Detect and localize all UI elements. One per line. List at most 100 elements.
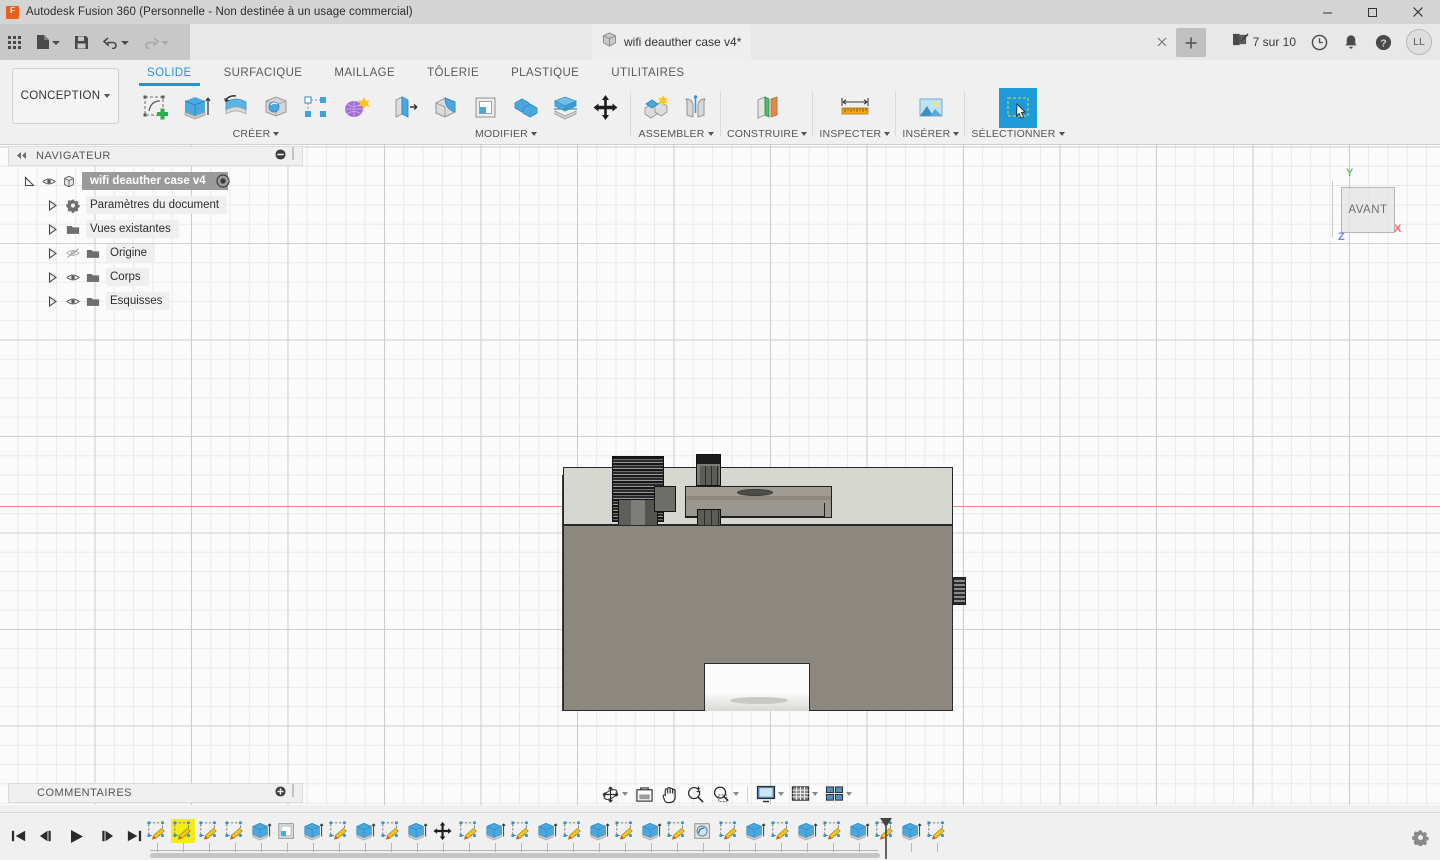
- timeline-feature-node[interactable]: [404, 819, 430, 857]
- timeline-feature-extrude-icon[interactable]: [587, 819, 611, 843]
- timeline-feature-sketch-icon[interactable]: [379, 819, 403, 843]
- orbit-dropdown-icon[interactable]: [622, 792, 628, 796]
- tab-utilitaires[interactable]: UTILITAIRES: [595, 60, 700, 86]
- timeline-feature-sketch-icon[interactable]: [145, 819, 169, 843]
- trial-status[interactable]: 7 sur 10: [1226, 24, 1302, 60]
- clock-icon[interactable]: [1304, 24, 1334, 60]
- timeline-feature-node[interactable]: [664, 819, 690, 857]
- undo-dropdown-icon[interactable]: [121, 33, 129, 51]
- timeline-feature-sketch-icon[interactable]: [613, 819, 637, 843]
- ribbon-group-label-selectionner[interactable]: SÉLECTIONNER: [971, 128, 1064, 140]
- timeline-first-icon[interactable]: [6, 823, 30, 849]
- help-icon[interactable]: ?: [1368, 24, 1398, 60]
- timeline-feature-node[interactable]: [170, 819, 196, 857]
- timeline-feature-node[interactable]: [326, 819, 352, 857]
- workspace-selector[interactable]: CONCEPTION: [12, 68, 119, 124]
- visibility-hidden-eye-icon[interactable]: [66, 247, 80, 259]
- insert-image-icon[interactable]: [912, 88, 950, 128]
- timeline-feature-node[interactable]: [378, 819, 404, 857]
- timeline-feature-sketch-icon[interactable]: [509, 819, 533, 843]
- timeline-feature-node[interactable]: [274, 819, 300, 857]
- tab-surfacique[interactable]: SURFACIQUE: [208, 60, 319, 86]
- timeline-feature-node[interactable]: [482, 819, 508, 857]
- new-file-dropdown-icon[interactable]: [52, 33, 60, 51]
- timeline-feature-extrude-icon[interactable]: [795, 819, 819, 843]
- document-tab[interactable]: wifi deauther case v4*: [592, 24, 751, 60]
- close-button[interactable]: [1395, 0, 1440, 24]
- timeline-feature-node[interactable]: [612, 819, 638, 857]
- timeline-feature-node[interactable]: [716, 819, 742, 857]
- timeline-feature-node[interactable]: [794, 819, 820, 857]
- timeline-feature-node[interactable]: [586, 819, 612, 857]
- bell-icon[interactable]: [1336, 24, 1366, 60]
- model-wifi-deauther-case[interactable]: [563, 323, 963, 718]
- ribbon-group-label-construire[interactable]: CONSTRUIRE: [727, 128, 807, 140]
- expand-arrow-icon[interactable]: [46, 224, 60, 235]
- timeline-feature-sketch-icon[interactable]: [457, 819, 481, 843]
- timeline-feature-node[interactable]: [196, 819, 222, 857]
- timeline-feature-sketch-icon[interactable]: [769, 819, 793, 843]
- ribbon-group-label-inspecter[interactable]: INSPECTER: [819, 128, 890, 140]
- revolve-icon[interactable]: [217, 88, 255, 128]
- split-face-icon[interactable]: [547, 88, 585, 128]
- zoom-icon[interactable]: [683, 782, 708, 806]
- tab-plastique[interactable]: PLASTIQUE: [495, 60, 595, 86]
- tree-row-sketches[interactable]: Esquisses: [8, 289, 303, 313]
- measure-icon[interactable]: [836, 88, 874, 128]
- tree-row-bodies[interactable]: Corps: [8, 265, 303, 289]
- timeline-prev-icon[interactable]: [35, 823, 59, 849]
- timeline-feature-extrude-icon[interactable]: [301, 819, 325, 843]
- plus-circle-icon[interactable]: [275, 784, 286, 802]
- browser-resize-handle[interactable]: [291, 147, 296, 165]
- minus-circle-icon[interactable]: [275, 147, 286, 165]
- timeline-feature-extrude-icon[interactable]: [743, 819, 767, 843]
- ribbon-group-label-assembler[interactable]: ASSEMBLER: [639, 128, 714, 140]
- timeline-horizontal-scrollbar[interactable]: [150, 853, 880, 858]
- tree-row-named-views[interactable]: Vues existantes: [8, 217, 303, 241]
- comments-panel[interactable]: COMMENTAIRES: [8, 783, 303, 803]
- press-pull-icon[interactable]: [387, 88, 425, 128]
- timeline-feature-node[interactable]: [924, 819, 950, 857]
- timeline-feature-move-icon[interactable]: [431, 819, 455, 843]
- new-file-icon[interactable]: [29, 24, 67, 60]
- maximize-button[interactable]: [1350, 0, 1395, 24]
- joint-icon[interactable]: [677, 88, 715, 128]
- expand-arrow-icon[interactable]: [46, 296, 60, 307]
- expand-arrow-icon[interactable]: [46, 200, 60, 211]
- timeline-feature-sketch-icon[interactable]: [925, 819, 949, 843]
- timeline-last-icon[interactable]: [122, 823, 146, 849]
- combine-icon[interactable]: [507, 88, 545, 128]
- move-copy-icon[interactable]: [587, 88, 625, 128]
- orbit-icon[interactable]: [598, 782, 631, 806]
- viewcube[interactable]: AVANT Y X Z: [1320, 165, 1406, 251]
- comments-resize-handle[interactable]: [291, 784, 296, 802]
- timeline-feature-node[interactable]: [638, 819, 664, 857]
- document-tab-close-button[interactable]: [1150, 24, 1174, 60]
- redo-dropdown-icon[interactable]: [161, 33, 169, 51]
- new-component-icon[interactable]: [637, 88, 675, 128]
- timeline-feature-sketch-icon[interactable]: [327, 819, 351, 843]
- timeline-feature-node[interactable]: [846, 819, 872, 857]
- ribbon-group-label-creer[interactable]: CRÉER: [233, 128, 280, 140]
- timeline-feature-node[interactable]: [560, 819, 586, 857]
- fillet-icon[interactable]: [427, 88, 465, 128]
- timeline-feature-sketch-icon[interactable]: [171, 819, 195, 843]
- timeline-feature-node[interactable]: [768, 819, 794, 857]
- undo-icon[interactable]: [96, 24, 136, 60]
- timeline-feature-node[interactable]: [742, 819, 768, 857]
- ribbon-group-label-modifier[interactable]: MODIFIER: [475, 128, 537, 140]
- timeline-feature-node[interactable]: [820, 819, 846, 857]
- tab-tolerie[interactable]: TÔLERIE: [411, 60, 495, 86]
- zoom-window-icon[interactable]: [709, 782, 742, 806]
- zoom-window-dropdown-icon[interactable]: [733, 792, 739, 796]
- grid-snap-dropdown-icon[interactable]: [812, 792, 818, 796]
- form-icon[interactable]: [337, 88, 375, 128]
- visibility-eye-icon[interactable]: [42, 176, 56, 187]
- tab-solide[interactable]: SOLIDE: [131, 60, 208, 86]
- timeline-feature-extrude-icon[interactable]: [899, 819, 923, 843]
- tree-row-document-settings[interactable]: Paramètres du document: [8, 193, 303, 217]
- timeline-play-icon[interactable]: [64, 823, 88, 849]
- timeline-feature-extrude-icon[interactable]: [405, 819, 429, 843]
- timeline-feature-node[interactable]: [144, 819, 170, 857]
- timeline-feature-sketch-icon[interactable]: [197, 819, 221, 843]
